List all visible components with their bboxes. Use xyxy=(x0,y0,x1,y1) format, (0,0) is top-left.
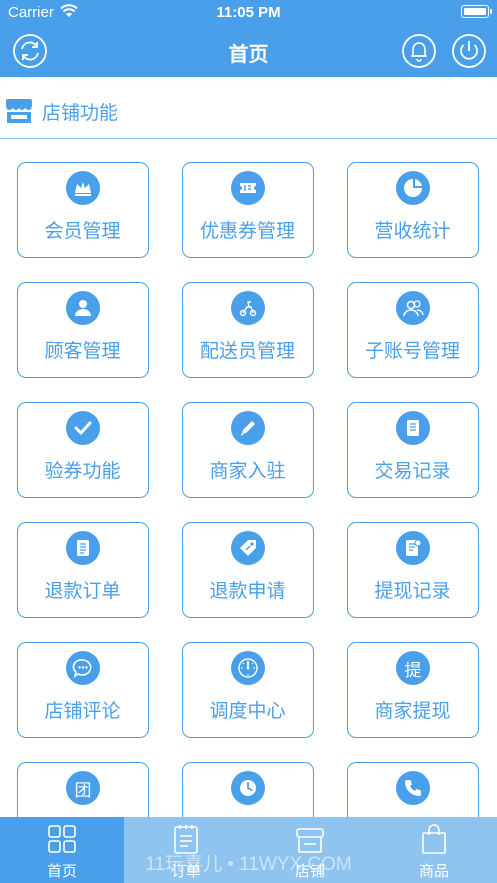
user-icon xyxy=(66,291,100,325)
coupon-icon xyxy=(231,171,265,205)
menu-item-label: 配送员管理 xyxy=(199,341,295,362)
bell-icon[interactable] xyxy=(401,33,437,69)
menu-item-14[interactable]: 提商家提现 xyxy=(347,642,479,738)
phone-icon xyxy=(396,771,430,805)
tab-store[interactable]: 店铺 xyxy=(248,817,372,883)
tab-orders[interactable]: 订单 xyxy=(124,817,248,883)
menu-item-label: 调度中心 xyxy=(209,701,286,722)
pie-chart-icon xyxy=(396,171,430,205)
menu-item-2[interactable]: 营收统计 xyxy=(347,162,479,258)
tab-label: 首页 xyxy=(46,863,77,880)
tab-label: 店铺 xyxy=(294,863,325,880)
menu-item-16[interactable] xyxy=(182,762,314,817)
menu-item-label: 商家提现 xyxy=(374,701,451,722)
menu-item-1[interactable]: 优惠券管理 xyxy=(182,162,314,258)
dial-icon xyxy=(231,651,265,685)
menu-item-label: 营收统计 xyxy=(374,221,451,242)
order-notepad-icon xyxy=(171,823,201,855)
tab-label: 订单 xyxy=(170,863,201,880)
chat-icon xyxy=(66,651,100,685)
menu-item-label: 商家入驻 xyxy=(209,461,286,482)
menu-item-13[interactable]: 调度中心 xyxy=(182,642,314,738)
store-icon xyxy=(295,823,325,855)
menu-item-label: 优惠券管理 xyxy=(199,221,295,242)
section-header: 店铺功能 xyxy=(0,77,497,139)
menu-item-15[interactable]: 团 xyxy=(17,762,149,817)
menu-item-6[interactable]: 验券功能 xyxy=(17,402,149,498)
pencil-icon xyxy=(231,411,265,445)
clock-icon xyxy=(231,771,265,805)
group-icon: 团 xyxy=(66,771,100,805)
receipt-icon xyxy=(396,531,430,565)
nav-bar: 首页 xyxy=(0,24,497,77)
menu-item-9[interactable]: 退款订单 xyxy=(17,522,149,618)
menu-item-label: 退款订单 xyxy=(44,581,121,602)
menu-item-4[interactable]: 配送员管理 xyxy=(182,282,314,378)
crown-icon xyxy=(66,171,100,205)
store-icon xyxy=(4,97,34,125)
tab-label: 商品 xyxy=(418,863,449,880)
battery-tip xyxy=(490,9,492,14)
battery-icon xyxy=(461,5,489,18)
scooter-icon xyxy=(231,291,265,325)
section-title: 店铺功能 xyxy=(42,103,119,124)
users-icon xyxy=(396,291,430,325)
tag-icon xyxy=(231,531,265,565)
menu-item-label: 顾客管理 xyxy=(44,341,121,362)
power-icon[interactable] xyxy=(451,33,487,69)
menu-item-label: 退款申请 xyxy=(209,581,286,602)
checkmark-icon xyxy=(66,411,100,445)
menu-item-label: 会员管理 xyxy=(44,221,121,242)
tab-home[interactable]: 首页 xyxy=(0,817,124,883)
shopping-bag-icon xyxy=(419,823,449,855)
tab-bar: 首页 订单 店铺 商品 xyxy=(0,817,497,883)
menu-item-10[interactable]: 退款申请 xyxy=(182,522,314,618)
function-grid: 会员管理 优惠券管理 营收统计顾客管理 配送员管理 子账号管理验券功能 商家入驻 交易记录退… xyxy=(0,140,497,817)
menu-item-label: 提现记录 xyxy=(374,581,451,602)
menu-item-3[interactable]: 顾客管理 xyxy=(17,282,149,378)
status-time: 11:05 PM xyxy=(216,4,281,21)
menu-item-12[interactable]: 店铺评论 xyxy=(17,642,149,738)
menu-item-5[interactable]: 子账号管理 xyxy=(347,282,479,378)
menu-item-7[interactable]: 商家入驻 xyxy=(182,402,314,498)
tab-products[interactable]: 商品 xyxy=(372,817,496,883)
status-bar: Carrier 11:05 PM xyxy=(0,0,497,24)
menu-item-11[interactable]: 提现记录 xyxy=(347,522,479,618)
menu-item-8[interactable]: 交易记录 xyxy=(347,402,479,498)
list-icon xyxy=(66,531,100,565)
menu-item-label: 验券功能 xyxy=(44,461,121,482)
menu-item-17[interactable] xyxy=(347,762,479,817)
menu-item-label: 店铺评论 xyxy=(44,701,121,722)
menu-item-label: 交易记录 xyxy=(374,461,451,482)
grid-icon xyxy=(47,823,77,855)
menu-item-label: 子账号管理 xyxy=(364,341,460,362)
menu-item-0[interactable]: 会员管理 xyxy=(17,162,149,258)
document-icon xyxy=(396,411,430,445)
withdraw-icon: 提 xyxy=(396,651,430,685)
